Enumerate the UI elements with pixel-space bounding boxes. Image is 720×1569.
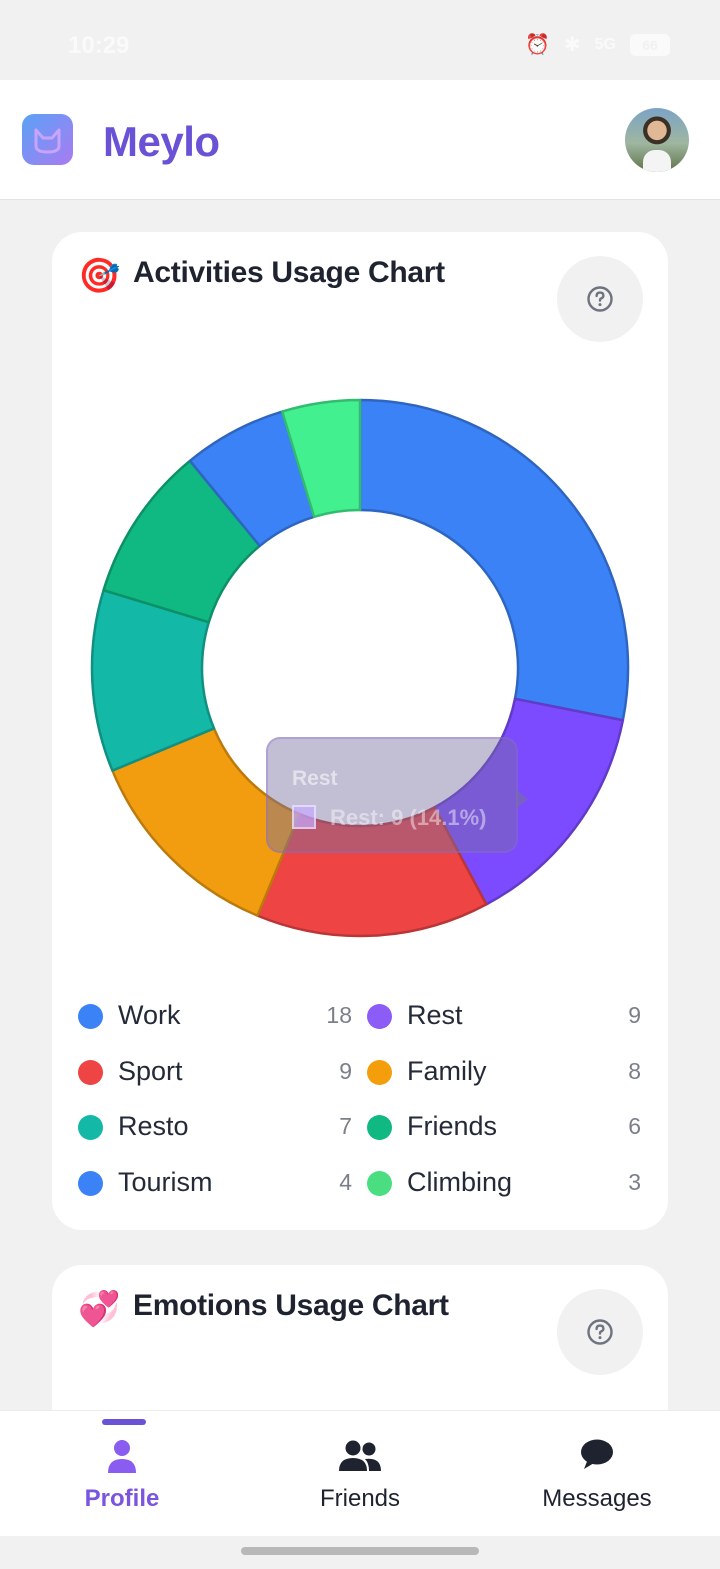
nav-label: Profile — [84, 1485, 160, 1512]
avatar[interactable] — [625, 108, 689, 172]
legend-color-dot — [367, 1059, 392, 1085]
legend-count: 7 — [339, 1113, 352, 1139]
activities-usage-card: 🎯 Activities Usage Chart Rest Rest: 9 (1… — [52, 232, 668, 1230]
tooltip-title: Rest — [292, 767, 338, 790]
nav-profile[interactable]: Profile — [2, 1411, 242, 1537]
bottom-navigation: Profile Friends Messages — [0, 1410, 720, 1536]
user-icon — [108, 1440, 136, 1473]
nav-label: Friends — [319, 1485, 401, 1512]
status-bar: 10:29 ⏰ ✱ 5G 66 — [0, 0, 720, 80]
legend-label: Rest — [407, 1000, 463, 1030]
home-indicator — [241, 1547, 479, 1555]
legend-label: Sport — [118, 1055, 183, 1086]
hearts-icon: 💞 — [78, 1290, 121, 1328]
tooltip-swatch — [292, 805, 316, 829]
question-circle-icon — [587, 1319, 613, 1345]
app-title: Meylo — [103, 118, 220, 165]
legend-color-dot — [78, 1059, 103, 1085]
chat-bubble-icon — [581, 1439, 613, 1469]
legend-count: 18 — [326, 1002, 352, 1028]
alarm-icon: ⏰ — [524, 34, 550, 56]
active-tab-indicator — [102, 1419, 146, 1425]
legend-count: 6 — [628, 1113, 641, 1139]
donut-slice-work[interactable] — [358, 398, 630, 722]
legend-color-dot — [78, 1115, 103, 1140]
legend-color-dot — [367, 1170, 392, 1196]
legend-item[interactable]: Sport 9 — [78, 1052, 352, 1092]
legend-count: 3 — [628, 1168, 641, 1195]
signal-icon: 5G — [594, 35, 616, 53]
app-header: Meylo — [0, 80, 720, 200]
legend-label: Family — [407, 1055, 487, 1086]
legend-item[interactable]: Friends 6 — [367, 1107, 641, 1147]
nav-messages[interactable]: Messages — [477, 1411, 717, 1537]
legend-label: Resto — [118, 1111, 189, 1141]
legend-label: Tourism — [118, 1166, 213, 1197]
legend-color-dot — [367, 1004, 392, 1029]
tooltip-text: Rest: 9 (14.1%) — [330, 805, 487, 830]
legend-label: Climbing — [407, 1166, 513, 1197]
chart-tooltip: Rest Rest: 9 (14.1%) — [266, 737, 528, 853]
legend-label: Work — [118, 1000, 181, 1030]
legend-item[interactable]: Rest 9 — [367, 996, 641, 1036]
card-title: Emotions Usage Chart — [133, 1289, 449, 1322]
legend-count: 8 — [628, 1057, 641, 1084]
legend-item[interactable]: Climbing 3 — [367, 1163, 641, 1203]
legend-color-dot — [78, 1004, 103, 1029]
legend-item[interactable]: Resto 7 — [78, 1107, 352, 1147]
tooltip-arrow — [516, 789, 528, 809]
help-button[interactable] — [557, 1289, 643, 1375]
legend-color-dot — [367, 1115, 392, 1140]
legend-label: Friends — [407, 1111, 498, 1141]
status-icons: ⏰ ✱ 5G 66 — [525, 32, 670, 57]
bluetooth-icon: ✱ — [563, 34, 581, 56]
nav-label: Messages — [542, 1485, 652, 1512]
legend-count: 9 — [628, 1002, 641, 1028]
activities-donut-chart[interactable] — [52, 232, 668, 992]
legend-item[interactable]: Work 18 — [78, 996, 352, 1036]
legend-count: 9 — [339, 1057, 352, 1084]
legend-color-dot — [78, 1170, 103, 1196]
legend-item[interactable]: Family 8 — [367, 1052, 641, 1092]
status-time: 10:29 — [68, 32, 130, 59]
legend-count: 4 — [339, 1168, 352, 1195]
users-icon — [339, 1440, 381, 1471]
app-logo-icon[interactable] — [22, 114, 73, 165]
nav-friends[interactable]: Friends — [240, 1411, 480, 1537]
legend-item[interactable]: Tourism 4 — [78, 1163, 352, 1203]
battery-icon: 66 — [630, 33, 670, 56]
